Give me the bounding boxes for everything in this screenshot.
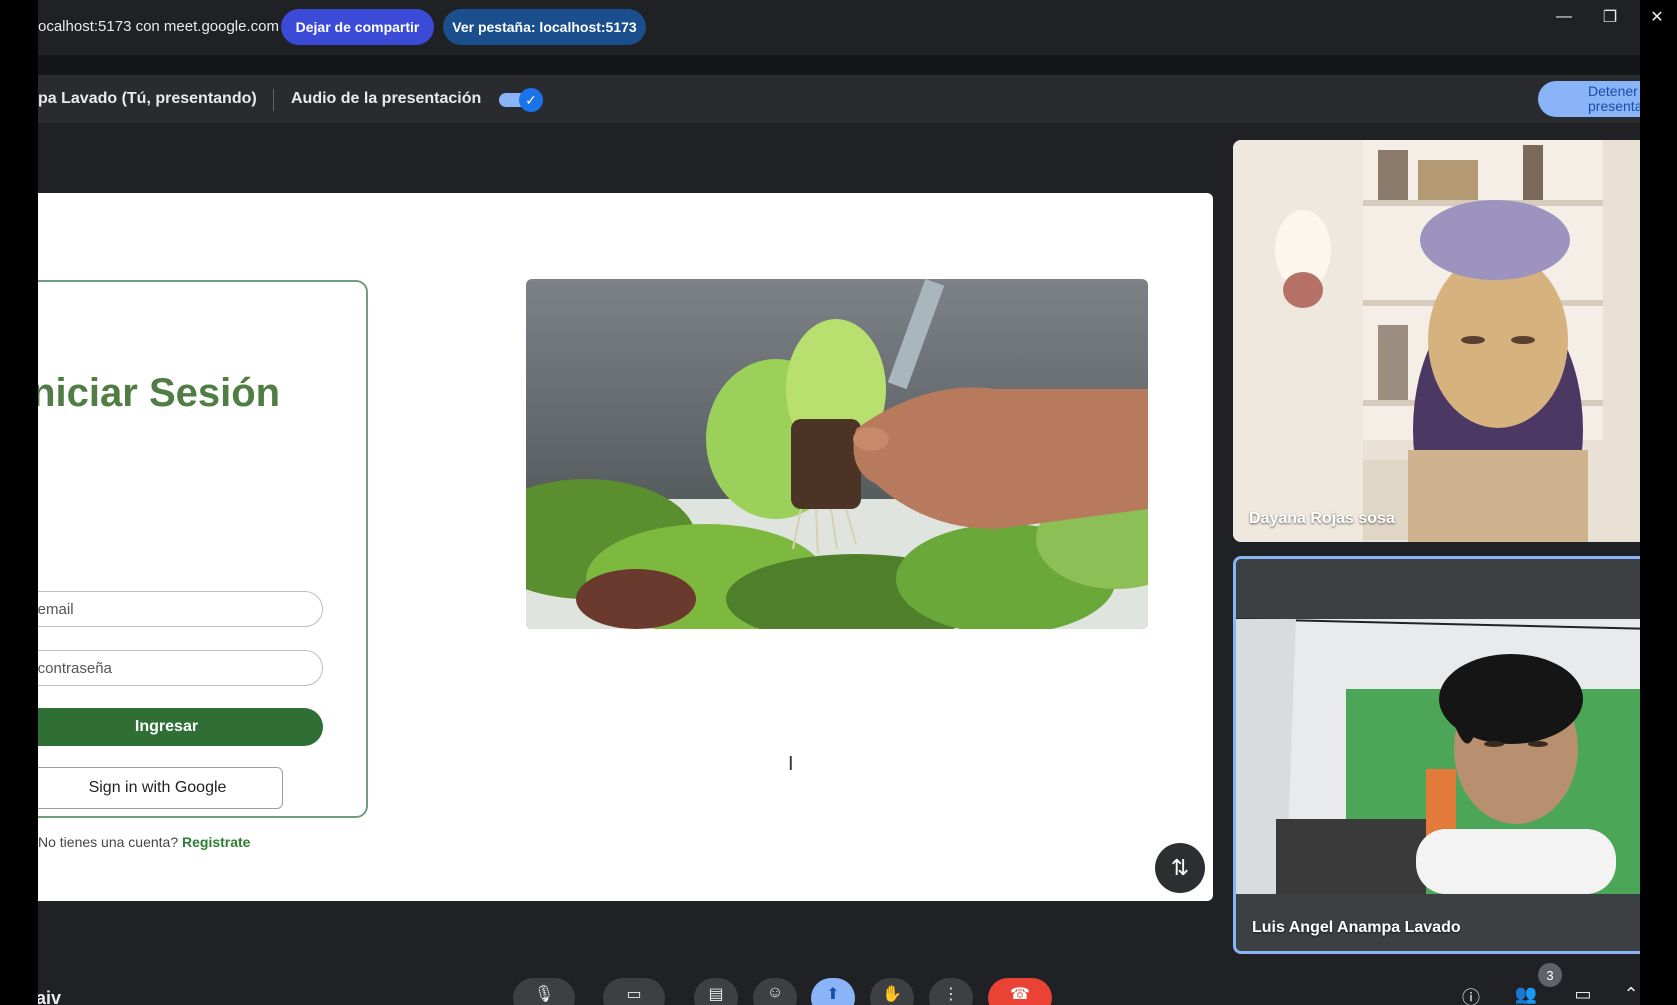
end-call-icon: ☎ — [1010, 986, 1030, 1003]
login-card: Iniciar Sesión Ingresar Sign in with Goo… — [38, 280, 368, 850]
participant-video — [1236, 559, 1640, 951]
text-cursor-icon: I — [788, 753, 794, 775]
password-field[interactable] — [38, 650, 323, 686]
no-account-text: No tienes una cuenta? — [38, 834, 179, 850]
hand-icon: ✋ — [882, 986, 902, 1003]
sharing-notification-bar: ocalhost:5173 con meet.google.com Dejar … — [38, 0, 1640, 55]
participant-count-badge: 3 — [1538, 963, 1562, 987]
check-icon: ✓ — [519, 88, 543, 112]
chat-button[interactable]: ▭ — [1568, 984, 1598, 1005]
close-icon[interactable]: ✕ — [1643, 6, 1671, 28]
participant-tile[interactable]: Dayana Rojas sosa — [1233, 140, 1640, 542]
more-options-button[interactable]: ⋮ — [929, 978, 973, 1005]
microphone-button[interactable]: 🎙 — [513, 978, 575, 1005]
more-icon: ⋮ — [943, 986, 959, 1003]
emoji-icon: ☺ — [766, 984, 784, 1001]
hydroponic-lettuce-photo — [526, 279, 1148, 629]
shared-screen: Iniciar Sesión Ingresar Sign in with Goo… — [38, 193, 1213, 901]
presentation-audio-label: Audio de la presentación — [291, 90, 482, 107]
leave-call-button[interactable]: ☎ — [988, 978, 1052, 1005]
captions-button[interactable]: ▤ — [694, 978, 738, 1005]
login-button[interactable]: Ingresar — [38, 708, 323, 746]
people-button[interactable]: 👥 — [1511, 984, 1541, 1005]
camera-icon: ▭ — [626, 986, 642, 1003]
people-icon: 👥 — [1514, 984, 1538, 1004]
stop-presenting-button[interactable]: Detener presentar — [1538, 81, 1640, 117]
signup-row: No tienes una cuenta? Registrate — [38, 834, 250, 850]
swap-icon[interactable]: ⇅ — [1155, 843, 1205, 893]
screen-root: ocalhost:5173 con meet.google.com Dejar … — [0, 0, 1677, 1005]
present-button[interactable]: ⬆ — [811, 978, 855, 1005]
divider-strip — [38, 55, 1640, 75]
page-title: Iniciar Sesión — [38, 371, 281, 415]
activities-button[interactable]: ⌃ — [1616, 984, 1640, 1005]
presenting-bar: pa Lavado (Tú, presentando) Audio de la … — [38, 75, 1640, 123]
presenter-label: pa Lavado (Tú, presentando) — [38, 90, 257, 107]
stop-sharing-button[interactable]: Dejar de compartir — [281, 9, 434, 45]
meeting-code: -aiv — [38, 988, 62, 1005]
microphone-icon: 🎙 — [533, 986, 555, 1003]
present-icon: ⬆ — [826, 986, 840, 1003]
chat-icon: ▭ — [1574, 984, 1592, 1004]
meeting-controls-bar: -aiv 🎙 ▭ ▤ ☺ ⬆ ✋ ⋮ ☎ ⓘ 👥 3 ▭ ⌃ — [38, 960, 1640, 1005]
participant-video — [1233, 140, 1640, 542]
camera-button[interactable]: ▭ — [603, 978, 665, 1005]
participant-name: Dayana Rojas sosa — [1249, 510, 1395, 527]
captions-icon: ▤ — [708, 986, 724, 1003]
register-link[interactable]: Registrate — [182, 834, 250, 850]
view-tab-button[interactable]: Ver pestaña: localhost:5173 — [443, 9, 646, 45]
reactions-button[interactable]: ☺ — [753, 978, 797, 1005]
participant-name: Luis Angel Anampa Lavado — [1252, 919, 1461, 936]
meet-window: ocalhost:5173 con meet.google.com Dejar … — [38, 0, 1640, 1005]
meeting-info-button[interactable]: ⓘ — [1456, 984, 1486, 1005]
info-icon: ⓘ — [1462, 988, 1480, 1005]
minimize-icon[interactable]: — — [1550, 6, 1578, 28]
participant-tile-self[interactable]: Luis Angel Anampa Lavado — [1233, 556, 1640, 954]
restore-icon[interactable]: ❐ — [1596, 6, 1624, 28]
separator — [273, 89, 274, 111]
google-signin-button[interactable]: Sign in with Google — [38, 767, 283, 809]
presentation-audio-toggle[interactable]: ✓ — [499, 88, 543, 112]
activities-icon: ⌃ — [1623, 984, 1639, 1004]
photo-illustration — [526, 279, 1148, 629]
sharing-text: ocalhost:5173 con meet.google.com — [38, 18, 279, 35]
email-field[interactable] — [38, 591, 323, 627]
raise-hand-button[interactable]: ✋ — [870, 978, 914, 1005]
